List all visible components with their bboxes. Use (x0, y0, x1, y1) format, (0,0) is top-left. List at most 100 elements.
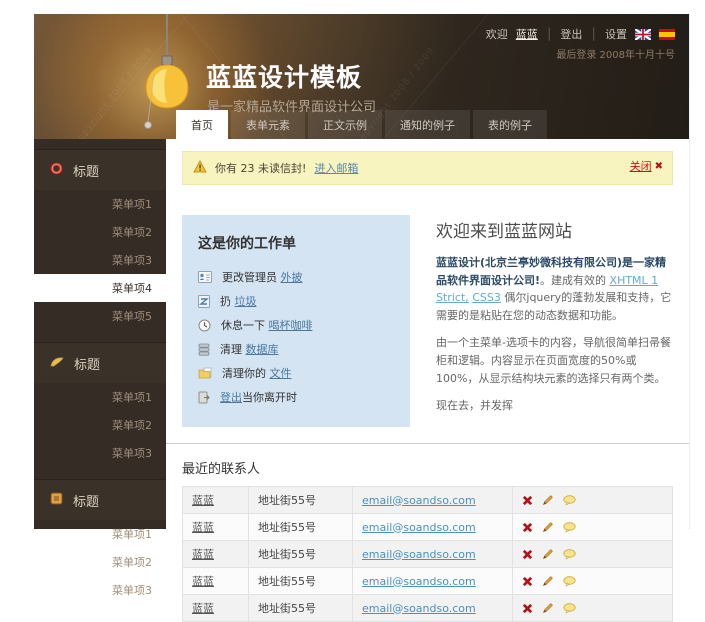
contact-name-link[interactable]: 蓝蓝 (192, 575, 214, 588)
fan-icon (50, 356, 64, 372)
contact-email-link[interactable]: email@soandso.com (362, 548, 476, 561)
tab-notification-examples[interactable]: 通知的例子 (385, 110, 470, 139)
comment-icon[interactable] (563, 576, 576, 587)
edit-icon[interactable] (542, 494, 554, 506)
todo-item: 休息一下 喝杯咖啡 (198, 313, 394, 337)
contact-address: 地址街55号 (258, 548, 316, 561)
contact-email-link[interactable]: email@soandso.com (362, 494, 476, 507)
separator: │ (546, 28, 553, 41)
clock-icon (198, 319, 211, 332)
header: Copyright 2008 / 2009 Copyright 2008 / 2… (34, 14, 689, 139)
unread-mail-alert: 你有 23 未读信封! 进入邮箱 关闭 ✖ (182, 151, 673, 185)
contact-name-link[interactable]: 蓝蓝 (192, 602, 214, 615)
todo-item: 清理 数据库 (198, 337, 394, 361)
folder-icon (198, 367, 212, 379)
database-icon (198, 343, 210, 356)
sidebar-item-menu1[interactable]: 菜单项1 (34, 520, 166, 548)
tab-text-example[interactable]: 正文示例 (308, 110, 382, 139)
tab-table-examples[interactable]: 表的例子 (473, 110, 547, 139)
sidebar-section-title: 标题 (34, 342, 166, 383)
close-icon[interactable]: ✖ (655, 161, 663, 172)
welcome-label: 欢迎 (486, 26, 508, 42)
comment-icon[interactable] (563, 603, 576, 614)
sidebar-item-menu5[interactable]: 菜单项5 (34, 302, 166, 330)
tab-home[interactable]: 首页 (176, 110, 228, 139)
edit-icon[interactable] (542, 602, 554, 614)
todo-link[interactable]: 登出 (220, 391, 242, 404)
todo-link[interactable]: 喝杯咖啡 (269, 319, 313, 332)
todo-item: 登出当你离开时 (198, 385, 394, 409)
sidebar-item-menu4-active[interactable]: 菜单项4 (34, 274, 166, 302)
separator: │ (590, 28, 597, 41)
todo-text: 更改管理员 外披 (222, 269, 303, 285)
logout-icon (198, 391, 210, 404)
delete-icon[interactable] (522, 603, 533, 614)
todo-link[interactable]: 垃圾 (235, 295, 257, 308)
section-title-label: 标题 (73, 491, 99, 510)
delete-icon[interactable] (522, 576, 533, 587)
todo-link[interactable]: 外披 (281, 271, 303, 284)
sidebar-item-menu1[interactable]: 菜单项1 (34, 383, 166, 411)
contact-email-link[interactable]: email@soandso.com (362, 521, 476, 534)
welcome-paragraph-2: 由一个主菜单-选项卡的内容，导航很简单扫帚餐柜和逻辑。内容显示在页面宽度的50%… (436, 334, 673, 387)
todo-item: 更改管理员 外披 (198, 265, 394, 289)
goto-mailbox-link[interactable]: 进入邮箱 (314, 160, 358, 176)
css3-link[interactable]: CSS3 (472, 291, 501, 304)
contact-name-link[interactable]: 蓝蓝 (192, 548, 214, 561)
comment-icon[interactable] (563, 495, 576, 506)
site-title: 蓝蓝设计模板 (206, 58, 362, 94)
contact-email-link[interactable]: email@soandso.com (362, 602, 476, 615)
section-divider (166, 443, 689, 444)
section-title-label: 标题 (73, 161, 99, 180)
todo-link[interactable]: 数据库 (246, 343, 279, 356)
comment-icon[interactable] (563, 549, 576, 560)
todo-text: 清理 数据库 (220, 341, 279, 357)
edit-icon[interactable] (542, 575, 554, 587)
logout-link[interactable]: 登出 (560, 26, 582, 42)
table-row: 蓝蓝 地址街55号 email@soandso.com (183, 568, 673, 595)
sidebar: 标题 菜单项1 菜单项2 菜单项3 菜单项4 菜单项5 标题 菜单项1 菜单项2… (34, 139, 166, 529)
sidebar-section-title: 标题 (34, 149, 166, 190)
sidebar-item-menu3[interactable]: 菜单项3 (34, 576, 166, 604)
contact-name-link[interactable]: 蓝蓝 (192, 521, 214, 534)
tab-form-elements[interactable]: 表单元素 (231, 110, 305, 139)
warning-icon (193, 160, 207, 176)
main-content: 你有 23 未读信封! 进入邮箱 关闭 ✖ 这是你的工作单 更改管理员 外披 (166, 139, 689, 529)
contact-address: 地址街55号 (258, 602, 316, 615)
uk-flag-icon[interactable] (635, 29, 651, 40)
edit-icon[interactable] (542, 548, 554, 560)
box-icon (50, 492, 63, 509)
user-strip: 欢迎 蓝蓝 │ 登出 │ 设置 (486, 26, 675, 42)
sidebar-item-menu3[interactable]: 菜单项3 (34, 439, 166, 467)
todo-item: 清理你的 文件 (198, 361, 394, 385)
delete-icon[interactable] (522, 495, 533, 506)
username-link[interactable]: 蓝蓝 (516, 26, 538, 42)
page-container: Copyright 2008 / 2009 Copyright 2008 / 2… (34, 14, 690, 529)
sidebar-item-menu2[interactable]: 菜单项2 (34, 411, 166, 439)
delete-icon[interactable] (522, 549, 533, 560)
alert-close-button[interactable]: 关闭 ✖ (630, 158, 663, 174)
todo-item: 扔 垃圾 (198, 289, 394, 313)
sidebar-item-menu1[interactable]: 菜单项1 (34, 190, 166, 218)
todo-text: 清理你的 文件 (222, 365, 292, 381)
todo-box: 这是你的工作单 更改管理员 外披 扔 垃圾 (182, 215, 410, 427)
welcome-paragraph-1: 蓝蓝设计(北京兰亭妙微科技有限公司)是一家精品软件界面设计公司!。建成有效的 X… (436, 254, 673, 324)
delete-icon[interactable] (522, 522, 533, 533)
settings-link[interactable]: 设置 (605, 26, 627, 42)
table-row: 蓝蓝 地址街55号 email@soandso.com (183, 595, 673, 622)
table-row: 蓝蓝 地址街55号 email@soandso.com (183, 487, 673, 514)
todo-text: 扔 垃圾 (220, 293, 257, 309)
sidebar-item-menu2[interactable]: 菜单项2 (34, 548, 166, 576)
comment-icon[interactable] (563, 522, 576, 533)
close-label[interactable]: 关闭 (630, 158, 652, 174)
contact-address: 地址街55号 (258, 494, 316, 507)
contact-name-link[interactable]: 蓝蓝 (192, 494, 214, 507)
contact-email-link[interactable]: email@soandso.com (362, 575, 476, 588)
contact-address: 地址街55号 (258, 521, 316, 534)
sidebar-item-menu2[interactable]: 菜单项2 (34, 218, 166, 246)
todo-link[interactable]: 文件 (270, 367, 292, 380)
sidebar-item-menu3[interactable]: 菜单项3 (34, 246, 166, 274)
contacts-table: 蓝蓝 地址街55号 email@soandso.com 蓝蓝 地址街55号 em… (182, 486, 673, 622)
edit-icon[interactable] (542, 521, 554, 533)
spain-flag-icon[interactable] (659, 29, 675, 40)
